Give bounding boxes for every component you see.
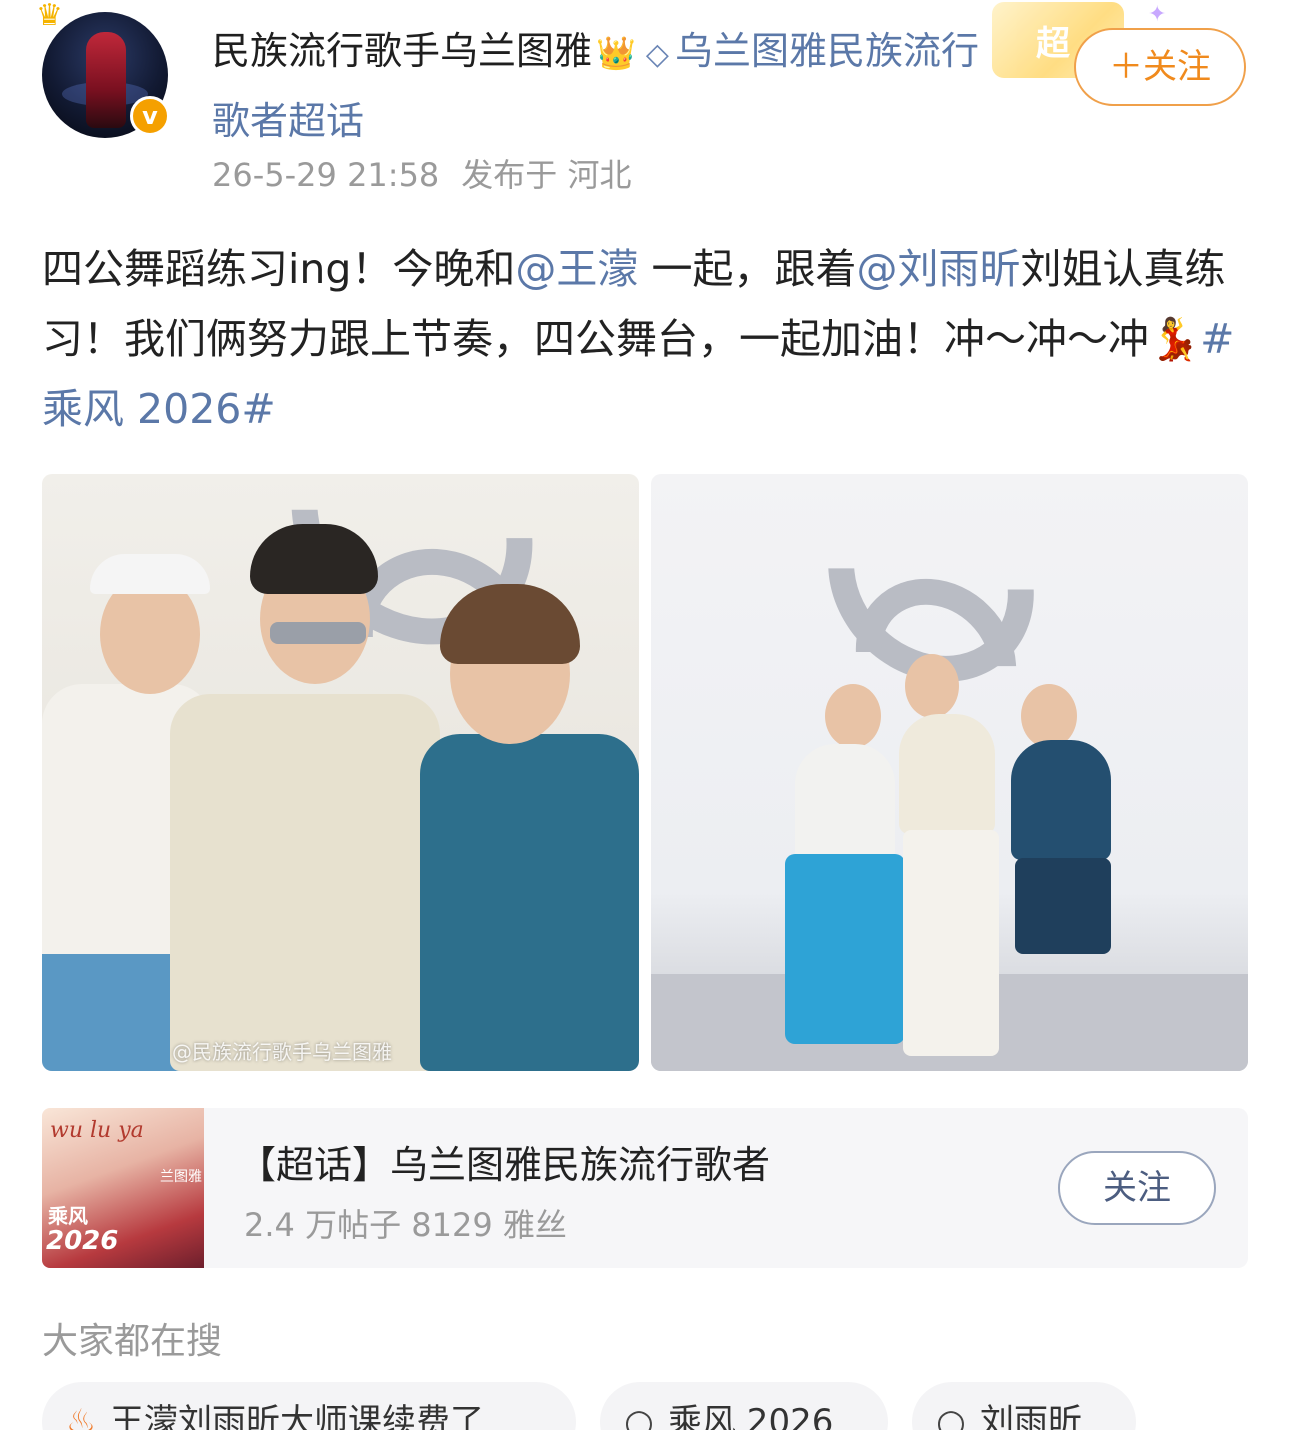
author-name[interactable]: 民族流行歌手乌兰图雅 <box>212 29 592 73</box>
mention-link[interactable]: @王濛 <box>515 245 638 293</box>
mention-link[interactable]: @刘雨昕 <box>856 245 1020 293</box>
search-chip[interactable]: ○ 乘风 2026 <box>600 1382 888 1430</box>
verified-v-icon: v <box>130 96 170 136</box>
thumb-year-text: 2026 <box>46 1226 119 1256</box>
search-chip-label: 刘雨昕 <box>980 1402 1082 1430</box>
post-photo-2[interactable] <box>651 474 1248 1071</box>
post-meta: 26-5-29 21:58 发布于 河北 <box>212 150 631 196</box>
search-icon: ○ <box>624 1402 654 1430</box>
vip-crown-icon: 👑 <box>596 34 636 72</box>
search-chip[interactable]: ○ 刘雨昕 <box>912 1382 1136 1430</box>
post-text-segment: 一起，跟着 <box>638 245 857 293</box>
post-body: 四公舞蹈练习ing！今晚和@王濛 一起，跟着@刘雨昕刘姐认真练习！我们俩努力跟上… <box>42 234 1248 444</box>
post-author-line: 民族流行歌手乌兰图雅 👑 ◇ 乌兰图雅民族流行歌者超话 <box>212 18 1012 154</box>
post-text-segment: 四公舞蹈练习ing！今晚和 <box>42 245 516 293</box>
search-chip[interactable]: ♨ 王濛刘雨昕大师课续费了 <box>42 1382 576 1430</box>
super-topic-title: 【超话】乌兰图雅民族流行歌者 <box>238 1143 771 1187</box>
search-chip-label: 王濛刘雨昕大师课续费了 <box>110 1402 484 1430</box>
diamond-icon: ◇ <box>645 37 669 72</box>
super-topic-card[interactable]: wu lu ya 兰图雅 乘风 2026 【超话】乌兰图雅民族流行歌者 2.4 … <box>42 1108 1248 1268</box>
post-photo-1[interactable]: @民族流行歌手乌兰图雅 <box>42 474 639 1071</box>
sparkle-icon: ✦ <box>1148 2 1167 27</box>
search-chip-label: 乘风 2026 <box>668 1402 834 1430</box>
post-timestamp: 26-5-29 21:58 <box>212 156 440 194</box>
weibo-post-page: ♛ v 民族流行歌手乌兰图雅 👑 ◇ 乌兰图雅民族流行歌者超话 超 ✦ ＋关注 26-… <box>0 0 1290 1430</box>
super-topic-stats: 2.4 万帖子 8129 雅丝 <box>244 1206 567 1244</box>
thumb-name-text: 兰图雅 <box>160 1169 202 1185</box>
avatar[interactable]: ♛ v <box>36 0 170 138</box>
thumb-sub-text: 乘风 <box>48 1204 88 1228</box>
search-icon: ○ <box>936 1402 966 1430</box>
crown-icon: ♛ <box>36 0 63 33</box>
search-heading: 大家都在搜 <box>42 1321 223 1362</box>
photo-watermark: @民族流行歌手乌兰图雅 <box>172 1040 392 1064</box>
post-location: 发布于 河北 <box>461 156 632 194</box>
dancer-emoji-icon: 💃 <box>1149 315 1201 363</box>
follow-button[interactable]: ＋关注 <box>1074 28 1246 106</box>
super-badge-label: 超 <box>1036 24 1070 64</box>
super-topic-follow-button[interactable]: 关注 <box>1058 1151 1216 1225</box>
hot-icon: ♨ <box>65 1402 97 1430</box>
super-topic-thumbnail: wu lu ya 兰图雅 乘风 2026 <box>42 1108 204 1268</box>
thumb-script-text: wu lu ya <box>50 1118 144 1143</box>
